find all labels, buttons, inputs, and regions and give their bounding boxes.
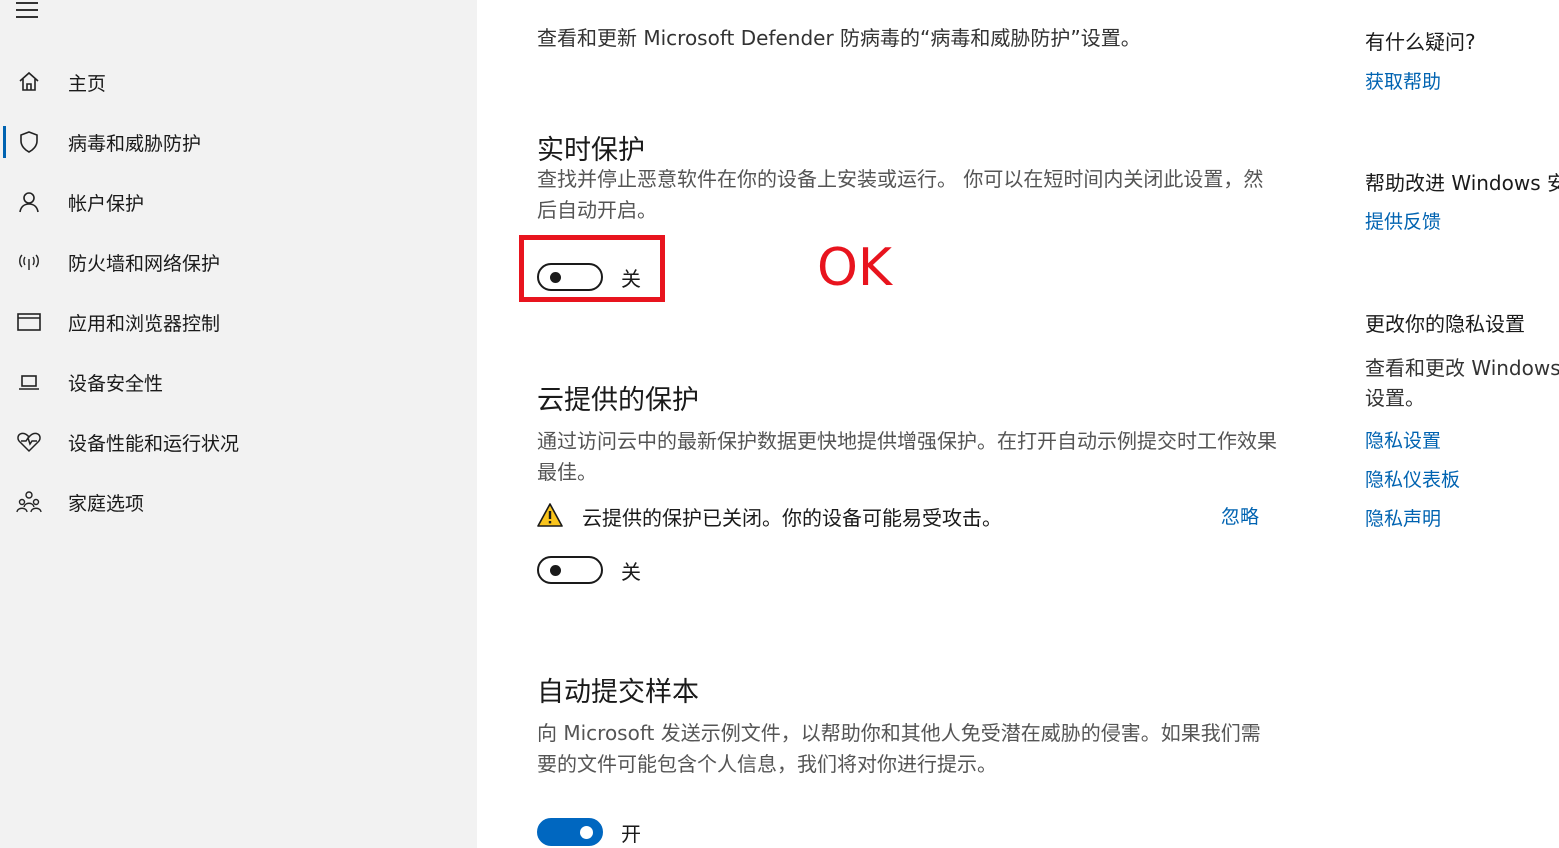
annotation-highlight-box: [519, 235, 665, 302]
sidebar-item-family[interactable]: 家庭选项: [0, 480, 477, 524]
realtime-protection-desc: 查找并停止恶意软件在你的设备上安装或运行。 你可以在短时间内关闭此设置，然后自动…: [537, 167, 1264, 222]
cloud-protection-title: 云提供的保护: [537, 385, 699, 416]
sample-submission-desc: 向 Microsoft 发送示例文件，以帮助你和其他人免受潜在威胁的侵害。如果我…: [537, 721, 1261, 776]
sample-submission-toggle-row: 开: [537, 817, 641, 847]
sample-submission-toggle-label: 开: [621, 821, 641, 846]
privacy-settings-link[interactable]: 隐私设置: [1365, 426, 1441, 453]
active-indicator: [3, 66, 6, 98]
cloud-protection-toggle[interactable]: [537, 556, 603, 584]
sidebar-item-label: 主页: [68, 73, 107, 95]
active-indicator: [3, 426, 6, 458]
privacy-statement-link[interactable]: 隐私声明: [1365, 504, 1441, 531]
dismiss-link[interactable]: 忽略: [1221, 502, 1259, 529]
cloud-protection-warning: 云提供的保护已关闭。你的设备可能易受攻击。 忽略: [537, 500, 1259, 532]
sidebar-item-label: 病毒和威胁防护: [68, 133, 202, 155]
privacy-text: 查看和更改 Windows 10 设备的隐私: [1365, 356, 1559, 380]
toggle-knob: [580, 825, 593, 839]
sample-submission-title: 自动提交样本: [537, 677, 699, 708]
person-icon: [16, 190, 42, 214]
annotation-ok-text: OK: [817, 238, 893, 298]
sidebar-item-firewall[interactable]: 防火墙和网络保护: [0, 240, 477, 284]
cloud-protection-toggle-row: 关: [537, 555, 641, 585]
active-indicator: [3, 186, 6, 218]
warning-text: 云提供的保护已关闭。你的设备可能易受攻击。: [582, 506, 1002, 530]
hamburger-menu-icon[interactable]: [16, 0, 40, 20]
sidebar-item-label: 设备安全性: [68, 373, 164, 395]
sidebar-item-label: 防火墙和网络保护: [68, 253, 221, 275]
antenna-icon: [16, 250, 42, 274]
cloud-protection-desc: 通过访问云中的最新保护数据更快地提供增强保护。在打开自动示例提交时工作效果最佳。: [537, 429, 1277, 484]
feedback-link[interactable]: 提供反馈: [1365, 207, 1441, 234]
sidebar-item-label: 家庭选项: [68, 493, 145, 515]
sidebar-item-account[interactable]: 帐户保护: [0, 180, 477, 224]
question-heading: 有什么疑问?: [1365, 30, 1476, 54]
sidebar-item-app-browser[interactable]: 应用和浏览器控制: [0, 300, 477, 344]
sidebar-item-device-security[interactable]: 设备安全性: [0, 360, 477, 404]
privacy-text-continued: 设置。: [1365, 386, 1425, 410]
active-indicator: [3, 126, 6, 158]
privacy-heading: 更改你的隐私设置: [1365, 312, 1525, 336]
help-pane: 有什么疑问? 获取帮助 帮助改进 Windows 安全中心 提供反馈 更改你的隐…: [1327, 0, 1559, 848]
heart-icon: [16, 430, 42, 454]
sidebar-item-label: 应用和浏览器控制: [68, 313, 221, 335]
improve-heading: 帮助改进 Windows 安全中心: [1365, 171, 1559, 195]
active-indicator: [3, 366, 6, 398]
shield-icon: [16, 130, 42, 154]
privacy-dashboard-link[interactable]: 隐私仪表板: [1365, 465, 1460, 492]
sidebar-item-home[interactable]: 主页: [0, 60, 477, 104]
sidebar: 主页 病毒和威胁防护 帐户保护 防火墙和网络保护 应用和浏览器控制 设备安全性 …: [0, 0, 477, 848]
sample-submission-toggle[interactable]: [537, 818, 603, 846]
main-content: 查看和更新 Microsoft Defender 防病毒的“病毒和威胁防护”设置…: [477, 0, 1327, 848]
realtime-protection-title: 实时保护: [537, 135, 645, 166]
sidebar-item-virus-protection[interactable]: 病毒和威胁防护: [0, 120, 477, 164]
active-indicator: [3, 246, 6, 278]
home-icon: [16, 70, 42, 94]
warning-icon: [537, 503, 563, 527]
family-icon: [16, 490, 42, 514]
active-indicator: [3, 306, 6, 338]
get-help-link[interactable]: 获取帮助: [1365, 67, 1441, 94]
laptop-icon: [16, 370, 42, 394]
window-icon: [16, 310, 42, 334]
sidebar-item-label: 设备性能和运行状况: [68, 433, 240, 455]
cloud-protection-toggle-label: 关: [621, 559, 641, 584]
sidebar-item-label: 帐户保护: [68, 193, 145, 215]
active-indicator: [3, 486, 6, 518]
toggle-knob: [550, 565, 561, 576]
page-description: 查看和更新 Microsoft Defender 防病毒的“病毒和威胁防护”设置…: [537, 26, 1141, 50]
sidebar-item-device-health[interactable]: 设备性能和运行状况: [0, 420, 477, 464]
